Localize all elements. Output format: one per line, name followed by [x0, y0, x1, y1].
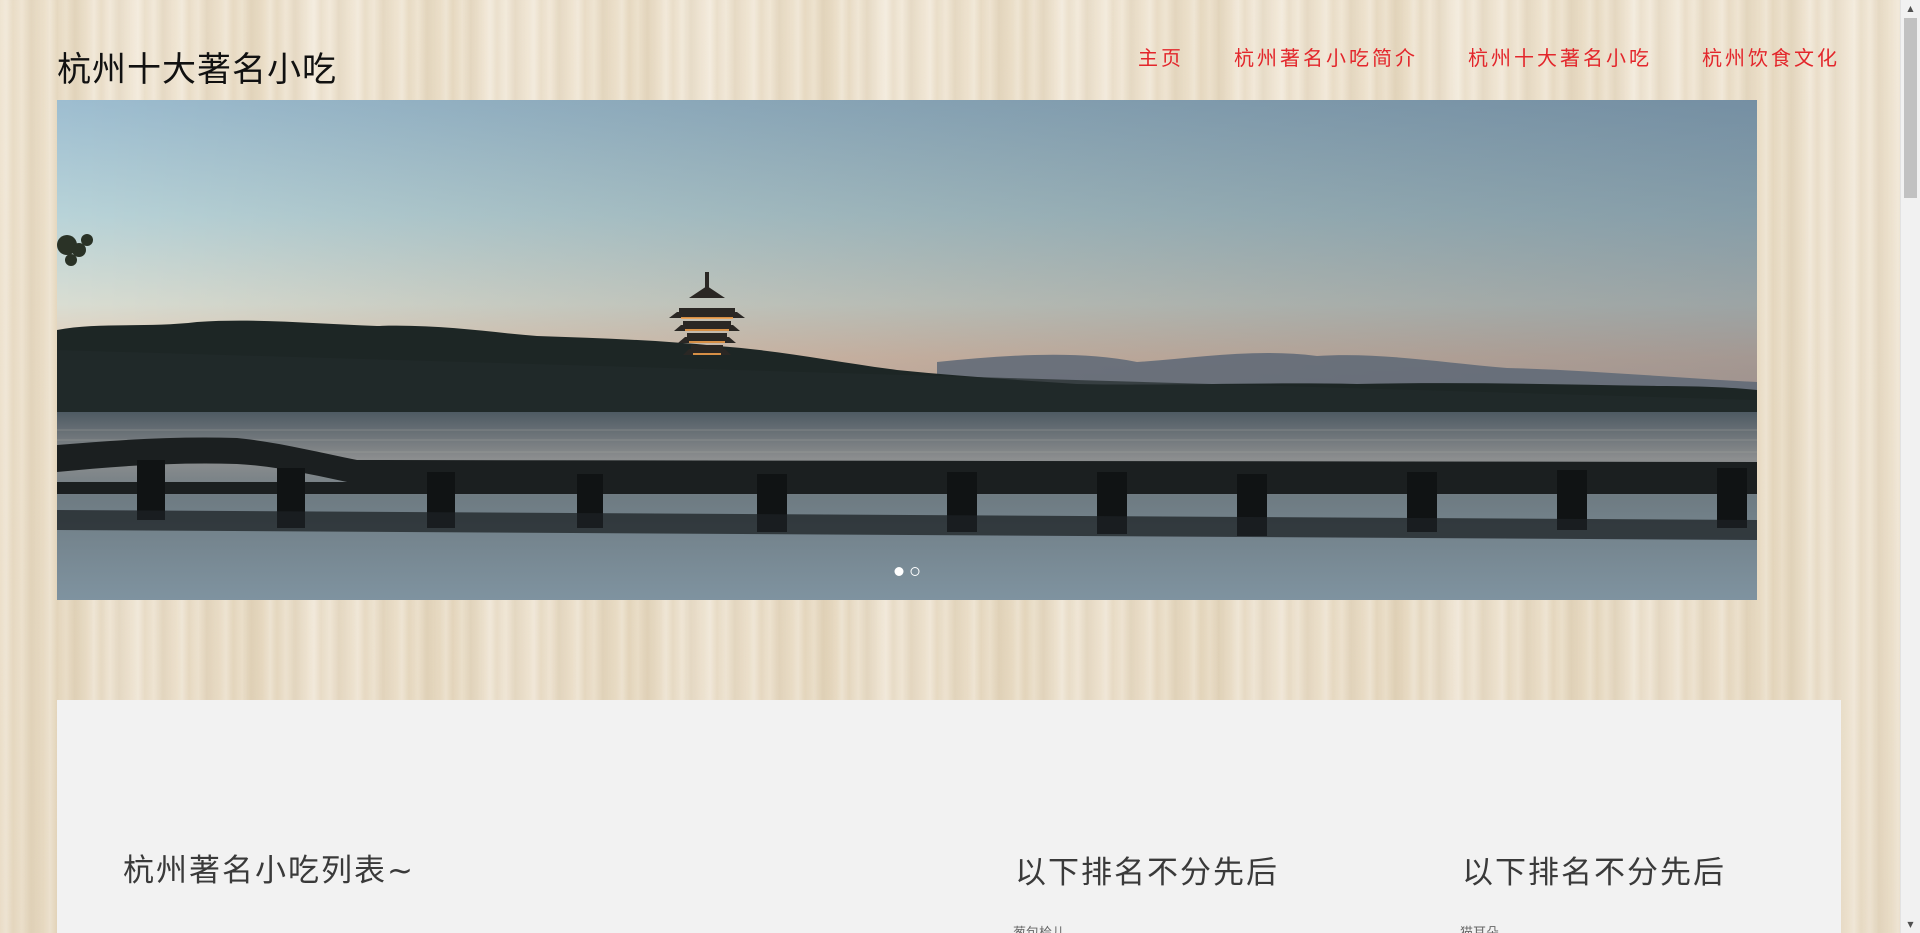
- ranking-title-column-2: 以下排名不分先后: [1462, 855, 1726, 891]
- nav-item-top-ten: 杭州十大著名小吃: [1468, 42, 1652, 71]
- main-nav: 主页 杭州著名小吃简介 杭州十大著名小吃 杭州饮食文化: [1138, 42, 1840, 71]
- nav-link-food-culture[interactable]: 杭州饮食文化: [1702, 46, 1840, 70]
- ranking-title-column-1: 以下排名不分先后: [1015, 855, 1279, 891]
- ranking-item-column-2: 猫耳朵: [1460, 922, 1499, 933]
- slider-dots: [894, 567, 920, 576]
- scroll-up-arrow-icon[interactable]: ▲: [1901, 0, 1920, 17]
- slider-dot-2[interactable]: [910, 567, 920, 576]
- hero-slider[interactable]: [57, 100, 1757, 600]
- nav-link-snack-intro[interactable]: 杭州著名小吃简介: [1234, 46, 1418, 70]
- vertical-scrollbar[interactable]: ▲ ▼: [1900, 0, 1920, 933]
- scrollbar-thumb[interactable]: [1904, 18, 1917, 198]
- ranking-item-column-1: 葱包桧儿: [1013, 922, 1065, 933]
- snack-list-title: 杭州著名小吃列表~: [123, 853, 415, 889]
- scroll-down-arrow-icon[interactable]: ▼: [1901, 916, 1920, 933]
- site-title: 杭州十大著名小吃: [57, 50, 337, 90]
- content-panel: 杭州著名小吃列表~ 以下排名不分先后 以下排名不分先后 葱包桧儿 猫耳朵: [57, 700, 1841, 933]
- nav-item-food-culture: 杭州饮食文化: [1702, 42, 1840, 71]
- hero-image-west-lake: [57, 100, 1757, 600]
- slider-dot-1[interactable]: [894, 567, 904, 576]
- nav-link-top-ten-snacks[interactable]: 杭州十大著名小吃: [1468, 46, 1652, 70]
- nav-link-home[interactable]: 主页: [1138, 46, 1184, 70]
- nav-item-intro: 杭州著名小吃简介: [1234, 42, 1418, 71]
- nav-item-home: 主页: [1138, 42, 1184, 71]
